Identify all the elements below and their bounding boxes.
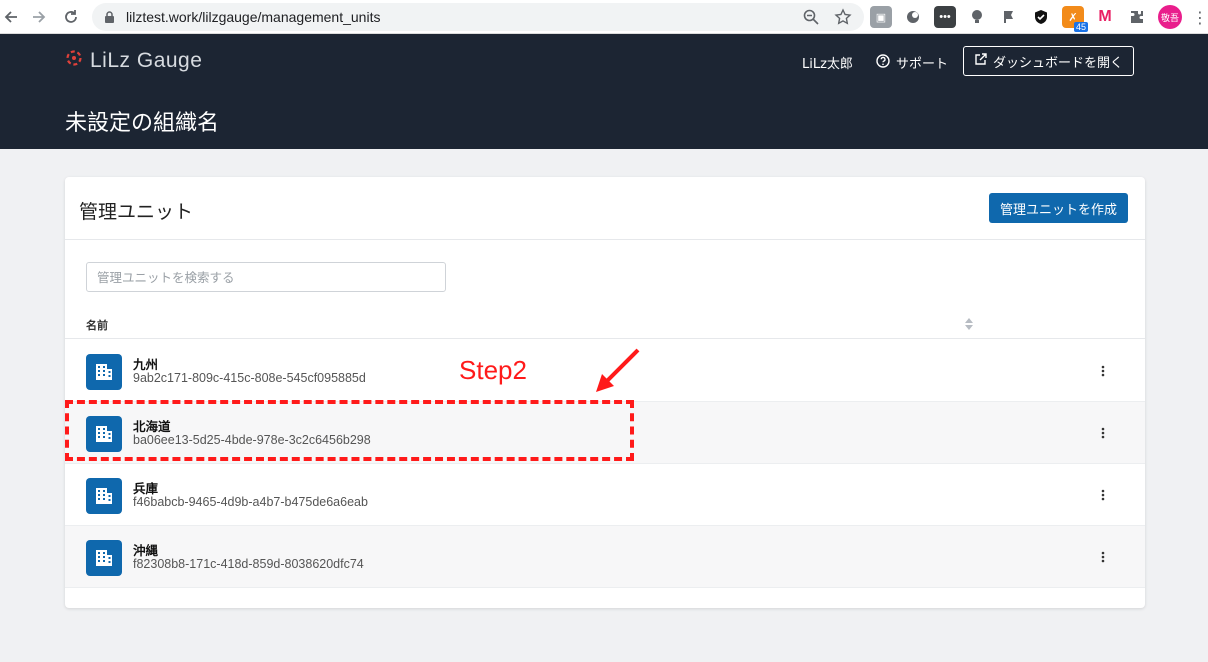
unit-id: f46babcb-9465-4d9b-a4b7-b475de6a6eab <box>133 495 368 509</box>
external-link-icon <box>974 53 987 69</box>
extension-badge: 45 <box>1073 22 1088 32</box>
extension-shield-icon[interactable] <box>1030 6 1052 28</box>
support-label: サポート <box>896 57 949 72</box>
url-text[interactable]: lilztest.work/lilzgauge/management_units <box>126 9 380 25</box>
sort-icon[interactable] <box>964 316 974 330</box>
help-circle-icon <box>876 53 890 72</box>
card-title: 管理ユニット <box>79 201 194 223</box>
extension-flag-icon[interactable] <box>998 6 1020 28</box>
row-menu-icon[interactable] <box>1095 362 1111 380</box>
bookmark-star-icon[interactable] <box>834 8 852 30</box>
profile-avatar[interactable]: 敬吾 <box>1158 5 1182 29</box>
logo-mark-icon <box>64 48 84 74</box>
extension-orange-icon[interactable]: ✗ 45 <box>1062 6 1088 32</box>
extension-cast-icon[interactable]: ▣ <box>870 6 892 28</box>
building-icon <box>86 478 122 514</box>
open-dashboard-label: ダッシュボードを開く <box>993 54 1124 70</box>
table-row[interactable]: 沖縄 f82308b8-171c-418d-859d-8038620dfc74 <box>65 526 1145 588</box>
step-highlight-box <box>65 400 634 461</box>
building-icon <box>86 540 122 576</box>
create-unit-button[interactable]: 管理ユニットを作成 <box>988 193 1128 223</box>
reload-icon[interactable] <box>60 6 82 28</box>
forward-arrow-icon[interactable] <box>28 6 50 28</box>
column-header-name[interactable]: 名前 <box>86 317 108 333</box>
unit-id: f82308b8-171c-418d-859d-8038620dfc74 <box>133 557 364 571</box>
extension-bulb-icon[interactable] <box>966 6 988 28</box>
card-header: 管理ユニット 管理ユニットを作成 <box>65 177 1145 240</box>
table-header: 名前 <box>65 307 1145 339</box>
browser-toolbar: lilztest.work/lilzgauge/management_units… <box>0 0 1208 34</box>
extension-dots-icon[interactable]: ••• <box>934 6 956 28</box>
extensions-puzzle-icon[interactable] <box>1126 6 1148 28</box>
logo[interactable]: LiLz Gauge <box>64 48 202 74</box>
organization-title: 未設定の組織名 <box>65 111 220 136</box>
extension-circle-icon[interactable] <box>902 6 924 28</box>
row-menu-icon[interactable] <box>1095 548 1111 566</box>
lock-icon <box>102 10 116 24</box>
zoom-icon[interactable] <box>802 8 820 30</box>
browser-menu-icon[interactable]: ⋮ <box>1192 8 1208 27</box>
row-menu-icon[interactable] <box>1095 424 1111 442</box>
row-menu-icon[interactable] <box>1095 486 1111 504</box>
app-header: LiLz Gauge LiLz太郎 サポート ダッシュボードを開く 未設定の組織… <box>0 34 1208 149</box>
step-arrow-icon <box>596 348 640 392</box>
step-annotation-label: Step2 <box>459 355 527 385</box>
open-dashboard-button[interactable]: ダッシュボードを開く <box>963 46 1135 76</box>
back-arrow-icon[interactable] <box>0 6 22 28</box>
unit-search-input[interactable] <box>86 262 446 292</box>
user-name[interactable]: LiLz太郎 <box>802 53 853 72</box>
unit-id: 9ab2c171-809c-415c-808e-545cf095885d <box>133 371 366 385</box>
building-icon <box>86 354 122 390</box>
support-link[interactable]: サポート <box>876 53 948 72</box>
table-row[interactable]: 兵庫 f46babcb-9465-4d9b-a4b7-b475de6a6eab <box>65 464 1145 526</box>
address-bar[interactable]: lilztest.work/lilzgauge/management_units <box>92 3 864 31</box>
extension-m-icon[interactable]: M <box>1094 6 1116 28</box>
logo-text: LiLz Gauge <box>90 49 203 72</box>
